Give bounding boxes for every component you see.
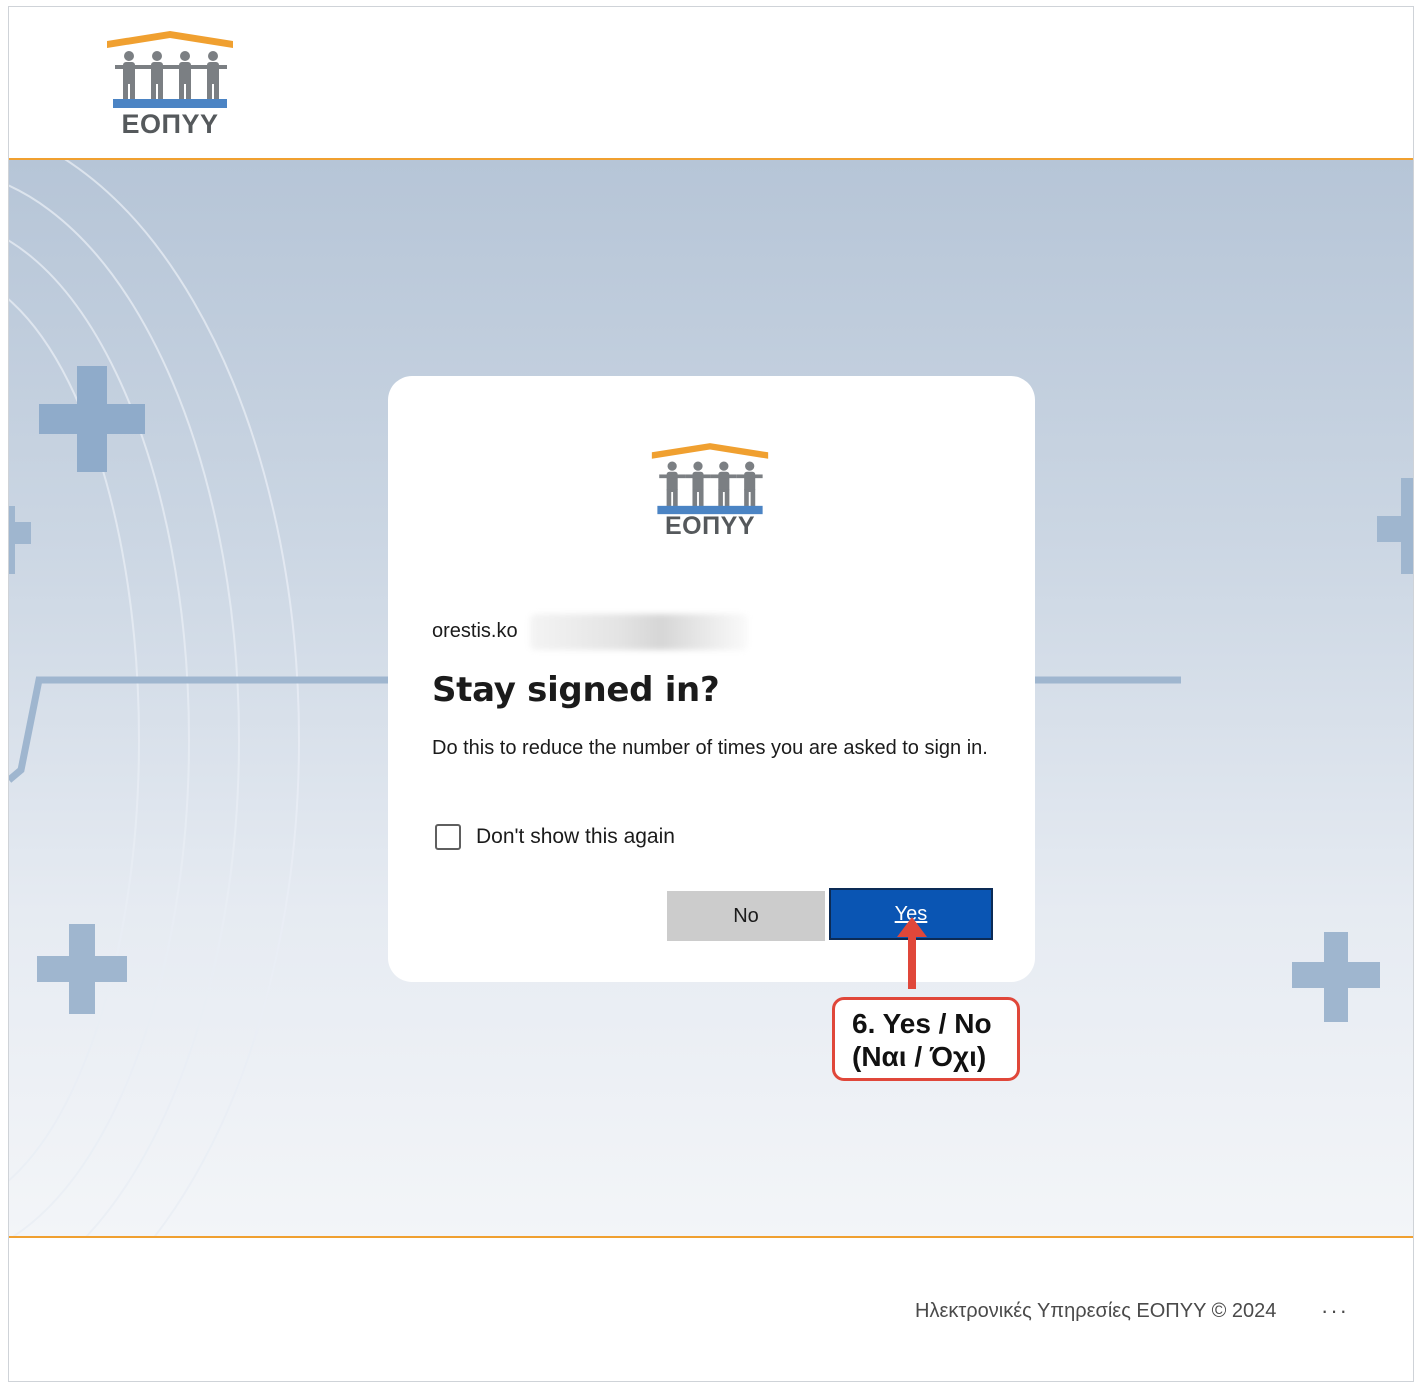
page-footer: Ηλεκτρονικές Υπηρεσίες ΕΟΠΥΥ © 2024 ··· [9, 1236, 1413, 1381]
annotation-callout: 6. Yes / No (Ναι / Όχι) [832, 997, 1020, 1081]
header-logo-text: ΕΟΠΥΥ [121, 109, 219, 139]
annotation-line-2: (Ναι / Όχι) [852, 1041, 987, 1072]
page-frame: ΕΟΠΥΥ ΕΟΠΥΥ orestis.ko Stay signed in? D… [8, 6, 1414, 1382]
account-email: orestis.ko [432, 620, 518, 642]
eopyy-logo: ΕΟΠΥΥ [105, 29, 235, 139]
dialog-eopyy-logo: ΕΟΠΥΥ [650, 438, 770, 546]
redacted-email-blur [530, 614, 748, 650]
page-header: ΕΟΠΥΥ [9, 7, 1413, 160]
dont-show-again-checkbox[interactable] [435, 824, 461, 850]
more-options-icon[interactable]: ··· [1321, 1298, 1349, 1324]
dialog-description: Do this to reduce the number of times yo… [432, 737, 988, 759]
annotation-arrow-icon [897, 917, 927, 989]
no-button[interactable]: No [667, 891, 825, 941]
stay-signed-in-dialog: ΕΟΠΥΥ orestis.ko Stay signed in? Do this… [388, 376, 1035, 982]
dialog-logo-text: ΕΟΠΥΥ [664, 512, 756, 540]
footer-copyright: Ηλεκτρονικές Υπηρεσίες ΕΟΠΥΥ © 2024 [915, 1300, 1277, 1322]
dialog-title: Stay signed in? [432, 670, 720, 710]
annotation-line-1: 6. Yes / No [852, 1008, 992, 1039]
dont-show-again-label[interactable]: Don't show this again [476, 825, 675, 849]
